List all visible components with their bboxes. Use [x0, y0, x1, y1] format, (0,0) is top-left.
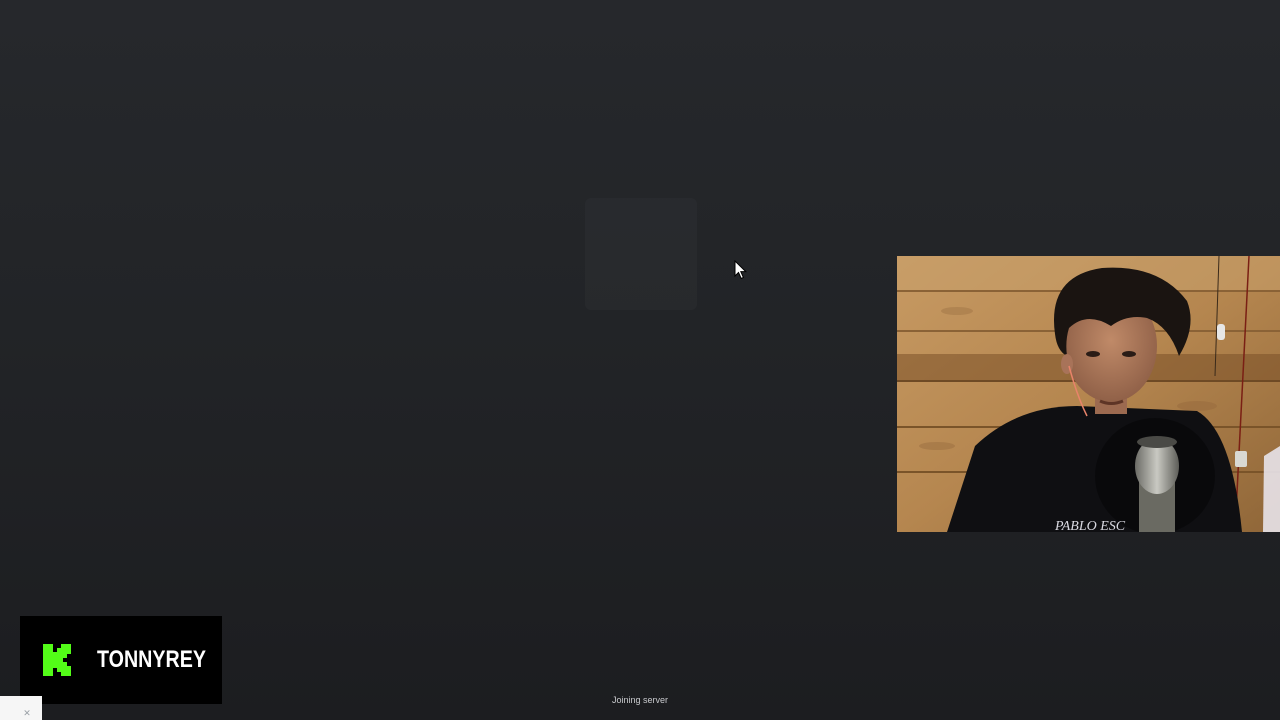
streamer-name: TONNYREY [97, 646, 206, 673]
kick-logo-icon [41, 640, 75, 680]
close-icon[interactable]: ✕ [23, 708, 31, 718]
corner-widget[interactable]: ✕ [0, 696, 42, 720]
webcam-overlay: PABLO ESC [897, 256, 1280, 532]
loading-placeholder [585, 198, 697, 310]
loading-screen: PABLO ESC TONNYREY Joining server ✕ [0, 0, 1280, 720]
mouse-cursor-icon [734, 260, 748, 280]
streamer-branding: TONNYREY [20, 616, 222, 704]
shirt-print-text: PABLO ESC [1054, 519, 1126, 532]
webcam-feed: PABLO ESC [897, 256, 1280, 532]
joining-status-text: Joining server [611, 695, 669, 705]
